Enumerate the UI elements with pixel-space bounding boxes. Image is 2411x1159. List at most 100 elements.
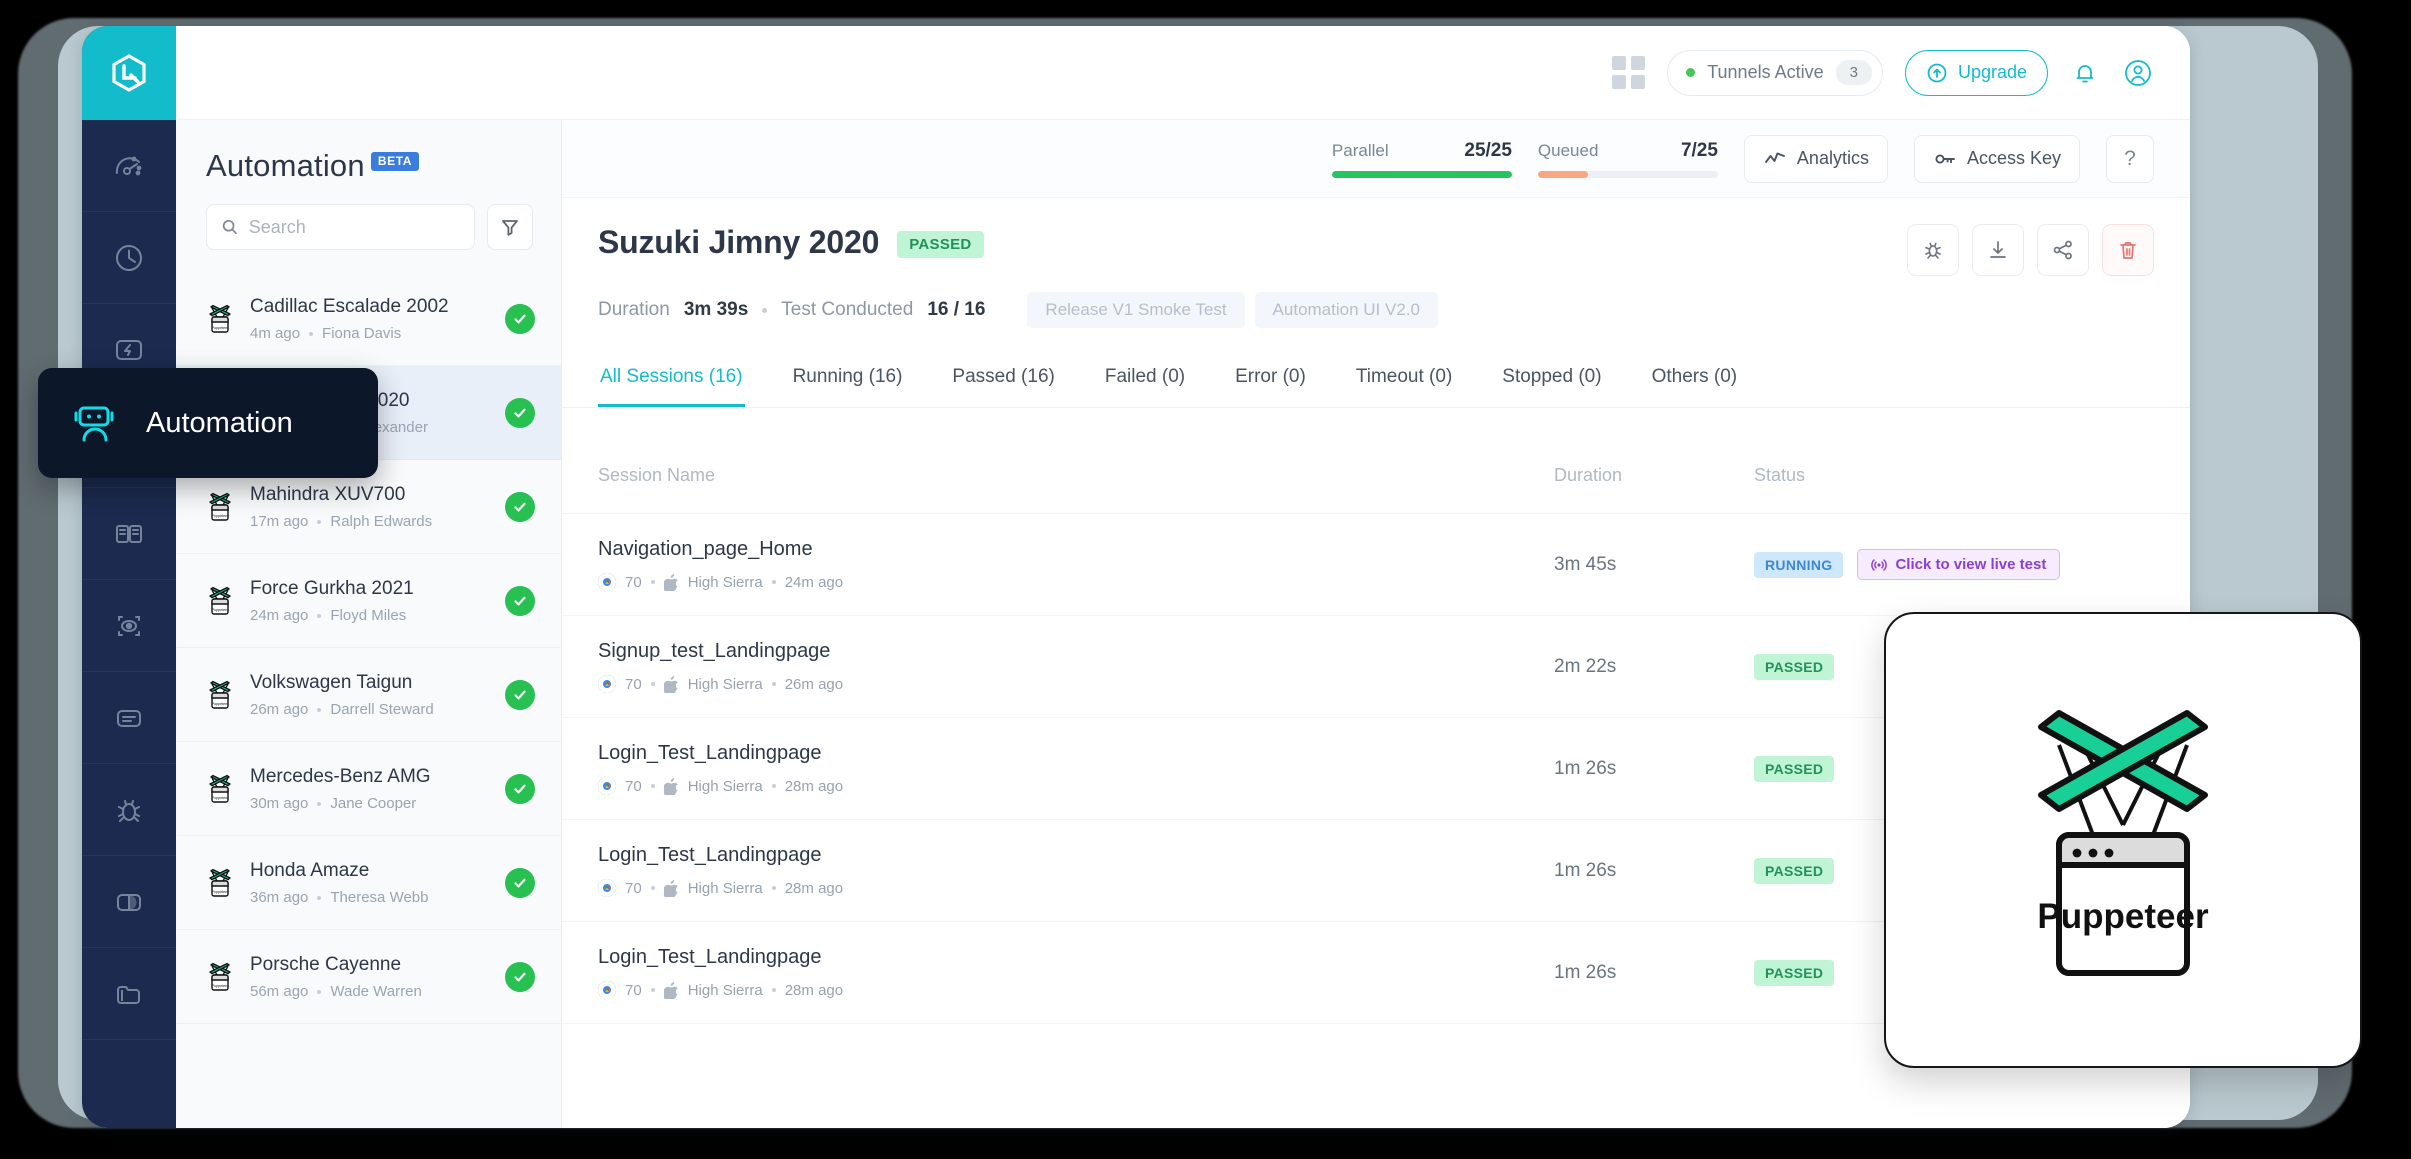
download-button[interactable] (1972, 224, 2024, 276)
build-status-badge: PASSED (897, 231, 983, 258)
bug-button[interactable] (1907, 224, 1959, 276)
column-duration: Duration (1554, 465, 1754, 486)
build-tag: Automation UI V2.0 (1255, 292, 1438, 328)
browser-version: 70 (625, 574, 642, 591)
filter-button[interactable] (487, 204, 533, 250)
meta-separator (317, 520, 321, 524)
chrome-browser-icon (598, 573, 616, 591)
build-title: Suzuki Jimny 2020 (598, 224, 879, 261)
build-item-name: Mahindra XUV700 (250, 483, 489, 507)
access-key-button[interactable]: Access Key (1914, 135, 2080, 183)
sidebar-item-projects[interactable] (82, 948, 176, 1040)
meta-separator (772, 988, 776, 992)
status-check-badge (505, 868, 535, 898)
meta-separator (651, 580, 655, 584)
delete-button[interactable] (2102, 224, 2154, 276)
build-item-name: Porsche Cayenne (250, 953, 489, 977)
sidebar-item-screenshot[interactable] (82, 488, 176, 580)
tab-others-0[interactable]: Others (0) (1650, 354, 1740, 407)
tab-all-sessions-16[interactable]: All Sessions (16) (598, 354, 745, 407)
svg-text:Puppeteer: Puppeteer (212, 514, 229, 518)
build-tags: Release V1 Smoke TestAutomation UI V2.0 (1017, 292, 1438, 328)
search-box[interactable] (206, 204, 475, 250)
puppeteer-mini-icon: Puppeteer (206, 680, 234, 710)
meta-separator (772, 682, 776, 686)
meta-separator (651, 682, 655, 686)
table-row[interactable]: Navigation_page_Home70High Sierra24m ago… (562, 514, 2190, 616)
lambdatest-logo[interactable] (82, 26, 176, 120)
filter-funnel-icon (499, 216, 521, 238)
build-list-item[interactable]: PuppeteerMercedes-Benz AMG30m agoJane Co… (176, 742, 561, 836)
sidebar-item-issues[interactable] (82, 764, 176, 856)
meta-separator (317, 896, 321, 900)
session-duration: 2m 22s (1554, 656, 1616, 677)
build-list-item[interactable]: PuppeteerForce Gurkha 202124m agoFloyd M… (176, 554, 561, 648)
analytics-button[interactable]: Analytics (1744, 135, 1888, 183)
status-check-badge (505, 680, 535, 710)
build-list-item[interactable]: PuppeteerPorsche Cayenne56m agoWade Warr… (176, 930, 561, 1024)
session-duration: 3m 45s (1554, 554, 1616, 575)
meta-separator (762, 308, 767, 313)
sidebar-item-compare[interactable] (82, 856, 176, 948)
search-input[interactable] (249, 217, 460, 238)
tunnels-count: 3 (1836, 60, 1872, 85)
sessions-table-header: Session Name Duration Status (562, 438, 2190, 514)
help-button[interactable]: ? (2106, 135, 2154, 183)
queued-stat: Queued 7/25 (1538, 140, 1718, 178)
tunnels-active-button[interactable]: Tunnels Active 3 (1667, 50, 1883, 96)
meta-separator (772, 886, 776, 890)
sidebar-item-responsive[interactable] (82, 580, 176, 672)
build-item-user: Darrell Steward (330, 701, 433, 718)
tests-label: Test Conducted (781, 299, 913, 321)
session-time: 26m ago (785, 676, 843, 693)
tab-stopped-0[interactable]: Stopped (0) (1500, 354, 1603, 407)
build-meta-row: Duration 3m 39s Test Conducted 16 / 16 R… (598, 292, 2154, 328)
tests-value: 16 / 16 (927, 299, 985, 321)
live-broadcast-icon (1871, 557, 1887, 573)
svg-text:Puppeteer: Puppeteer (212, 890, 229, 894)
puppeteer-mini-icon: Puppeteer (206, 586, 234, 616)
apps-grid-icon[interactable] (1612, 56, 1645, 89)
tab-passed-16[interactable]: Passed (16) (950, 354, 1056, 407)
svg-text:Puppeteer: Puppeteer (212, 796, 229, 800)
notification-bell-icon[interactable] (2070, 58, 2100, 88)
puppeteer-mini-icon: Puppeteer (206, 304, 234, 334)
builds-sidebar: Automation BETA PuppeteerCadillac Escala… (176, 120, 562, 1128)
share-button[interactable] (2037, 224, 2089, 276)
meta-separator (651, 784, 655, 788)
build-item-time: 26m ago (250, 701, 308, 718)
check-icon (512, 311, 528, 327)
session-time: 28m ago (785, 880, 843, 897)
stats-row: Parallel 25/25 Queued 7/25 (562, 120, 2190, 198)
upgrade-label: Upgrade (1958, 62, 2027, 83)
tab-timeout-0[interactable]: Timeout (0) (1354, 354, 1454, 407)
session-name: Signup_test_Landingpage (598, 640, 1554, 663)
view-live-test-button[interactable]: Click to view live test (1857, 549, 2060, 580)
build-list-item[interactable]: PuppeteerCadillac Escalade 20024m agoFio… (176, 272, 561, 366)
os-name: High Sierra (688, 676, 763, 693)
sidebar-item-history[interactable] (82, 212, 176, 304)
top-bar: Tunnels Active 3 Upgrade (176, 26, 2190, 120)
automation-tooltip-label: Automation (146, 407, 293, 440)
status-check-badge (505, 304, 535, 334)
user-avatar-icon[interactable] (2122, 57, 2154, 89)
build-item-time: 24m ago (250, 607, 308, 624)
build-list-item[interactable]: PuppeteerVolkswagen Taigun26m agoDarrell… (176, 648, 561, 742)
apple-os-icon (664, 574, 679, 591)
status-check-badge (505, 492, 535, 522)
tab-error-0[interactable]: Error (0) (1233, 354, 1308, 407)
svg-text:Puppeteer: Puppeteer (212, 608, 229, 612)
sidebar-item-dashboard[interactable] (82, 120, 176, 212)
build-list-item[interactable]: PuppeteerHonda Amaze36m agoTheresa Webb (176, 836, 561, 930)
browser-version: 70 (625, 676, 642, 693)
tab-running-16[interactable]: Running (16) (791, 354, 905, 407)
tab-failed-0[interactable]: Failed (0) (1103, 354, 1187, 407)
sidebar-header: Automation BETA (176, 120, 561, 184)
upgrade-button[interactable]: Upgrade (1905, 50, 2048, 96)
apple-os-icon (664, 982, 679, 999)
meta-separator (651, 886, 655, 890)
build-item-user: Ralph Edwards (330, 513, 432, 530)
sidebar-item-smartui[interactable] (82, 672, 176, 764)
build-item-user: Floyd Miles (330, 607, 406, 624)
build-item-name: Mercedes-Benz AMG (250, 765, 489, 789)
